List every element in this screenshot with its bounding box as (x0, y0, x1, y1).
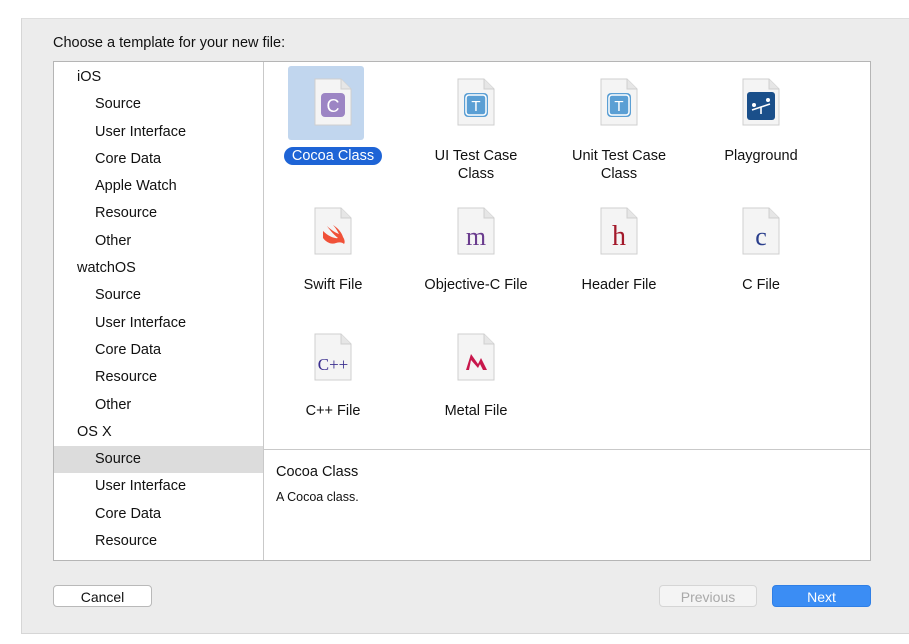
next-button[interactable]: Next (772, 585, 871, 607)
sidebar-item-ios-source[interactable]: Source (54, 91, 263, 118)
template-label: Unit Test Case Class (571, 148, 667, 182)
new-file-sheet: Choose a template for your new file: iOS… (21, 18, 909, 634)
objective-c-file-icon: m (457, 207, 495, 255)
template-label: Swift File (303, 277, 363, 293)
template-unit-test-case-class[interactable]: T Unit Test Case Class (550, 66, 688, 186)
unit-test-case-icon: T (600, 78, 638, 126)
cocoa-class-icon: C (314, 78, 352, 126)
sidebar-item-ios-core-data[interactable]: Core Data (54, 146, 263, 173)
template-label: Metal File (444, 403, 508, 419)
cancel-button[interactable]: Cancel (53, 585, 152, 607)
sidebar-item-ios-resource[interactable]: Resource (54, 200, 263, 227)
sidebar-item-osx-core-data[interactable]: Core Data (54, 501, 263, 528)
sheet-heading: Choose a template for your new file: (53, 35, 286, 51)
sidebar-item-watchos-core-data[interactable]: Core Data (54, 337, 263, 364)
swift-file-icon (314, 207, 352, 255)
ui-test-case-icon: T (457, 78, 495, 126)
sidebar-item-osx-source[interactable]: Source (54, 446, 263, 474)
description-title: Cocoa Class (276, 464, 359, 480)
template-label: Cocoa Class (283, 147, 383, 165)
template-label: C File (742, 277, 780, 293)
metal-file-icon (457, 333, 495, 381)
sidebar-item-ios-other[interactable]: Other (54, 228, 263, 255)
template-ui-test-case-class[interactable]: T UI Test Case Class (407, 66, 545, 186)
template-label: Header File (581, 277, 657, 293)
sidebar-group-osx: OS X (77, 423, 112, 440)
template-label: UI Test Case Class (434, 148, 518, 182)
glyph: T (471, 98, 480, 115)
sidebar-item-watchos-source[interactable]: Source (54, 282, 263, 309)
playground-icon (742, 78, 780, 126)
glyph: T (614, 98, 623, 115)
template-playground[interactable]: Playground (692, 66, 830, 186)
template-objective-c-file[interactable]: m Objective-C File (407, 195, 545, 315)
cpp-file-icon: C++ (314, 333, 352, 381)
glyph: c (755, 222, 767, 251)
sidebar-group-ios: iOS (77, 69, 102, 85)
sidebar-item-watchos-resource[interactable]: Resource (54, 364, 263, 391)
header-file-icon: h (600, 207, 638, 255)
description-body: A Cocoa class. (276, 490, 359, 504)
template-swift-file[interactable]: Swift File (264, 195, 402, 315)
template-label: C++ File (305, 403, 361, 419)
template-cocoa-class[interactable]: C Cocoa Class (264, 66, 402, 186)
platform-sidebar[interactable]: iOS Source User Interface Core Data Appl… (54, 62, 264, 560)
template-description: Cocoa Class A Cocoa class. (264, 450, 870, 560)
glyph: C (327, 96, 340, 116)
template-grid: C Cocoa Class T UI Test Case Class T Uni… (264, 62, 870, 450)
sidebar-item-osx-user-interface[interactable]: User Interface (54, 473, 263, 500)
template-cpp-file[interactable]: C++ C++ File (264, 321, 402, 441)
sidebar-item-watchos-user-interface[interactable]: User Interface (54, 310, 263, 337)
sidebar-item-osx-resource[interactable]: Resource (54, 528, 263, 555)
glyph: h (612, 221, 626, 252)
template-chooser: iOS Source User Interface Core Data Appl… (53, 61, 871, 561)
sidebar-item-ios-apple-watch[interactable]: Apple Watch (54, 173, 263, 200)
sidebar-item-ios-user-interface[interactable]: User Interface (54, 119, 263, 146)
template-metal-file[interactable]: Metal File (407, 321, 545, 441)
template-label: Playground (724, 148, 798, 164)
template-c-file[interactable]: c C File (692, 195, 830, 315)
glyph: C++ (318, 355, 349, 374)
previous-button[interactable]: Previous (659, 585, 757, 607)
template-header-file[interactable]: h Header File (550, 195, 688, 315)
c-file-icon: c (742, 207, 780, 255)
template-label: Objective-C File (424, 277, 528, 293)
sidebar-group-watchos: watchOS (77, 260, 136, 277)
glyph: m (466, 222, 486, 251)
sidebar-item-watchos-other[interactable]: Other (54, 392, 263, 419)
